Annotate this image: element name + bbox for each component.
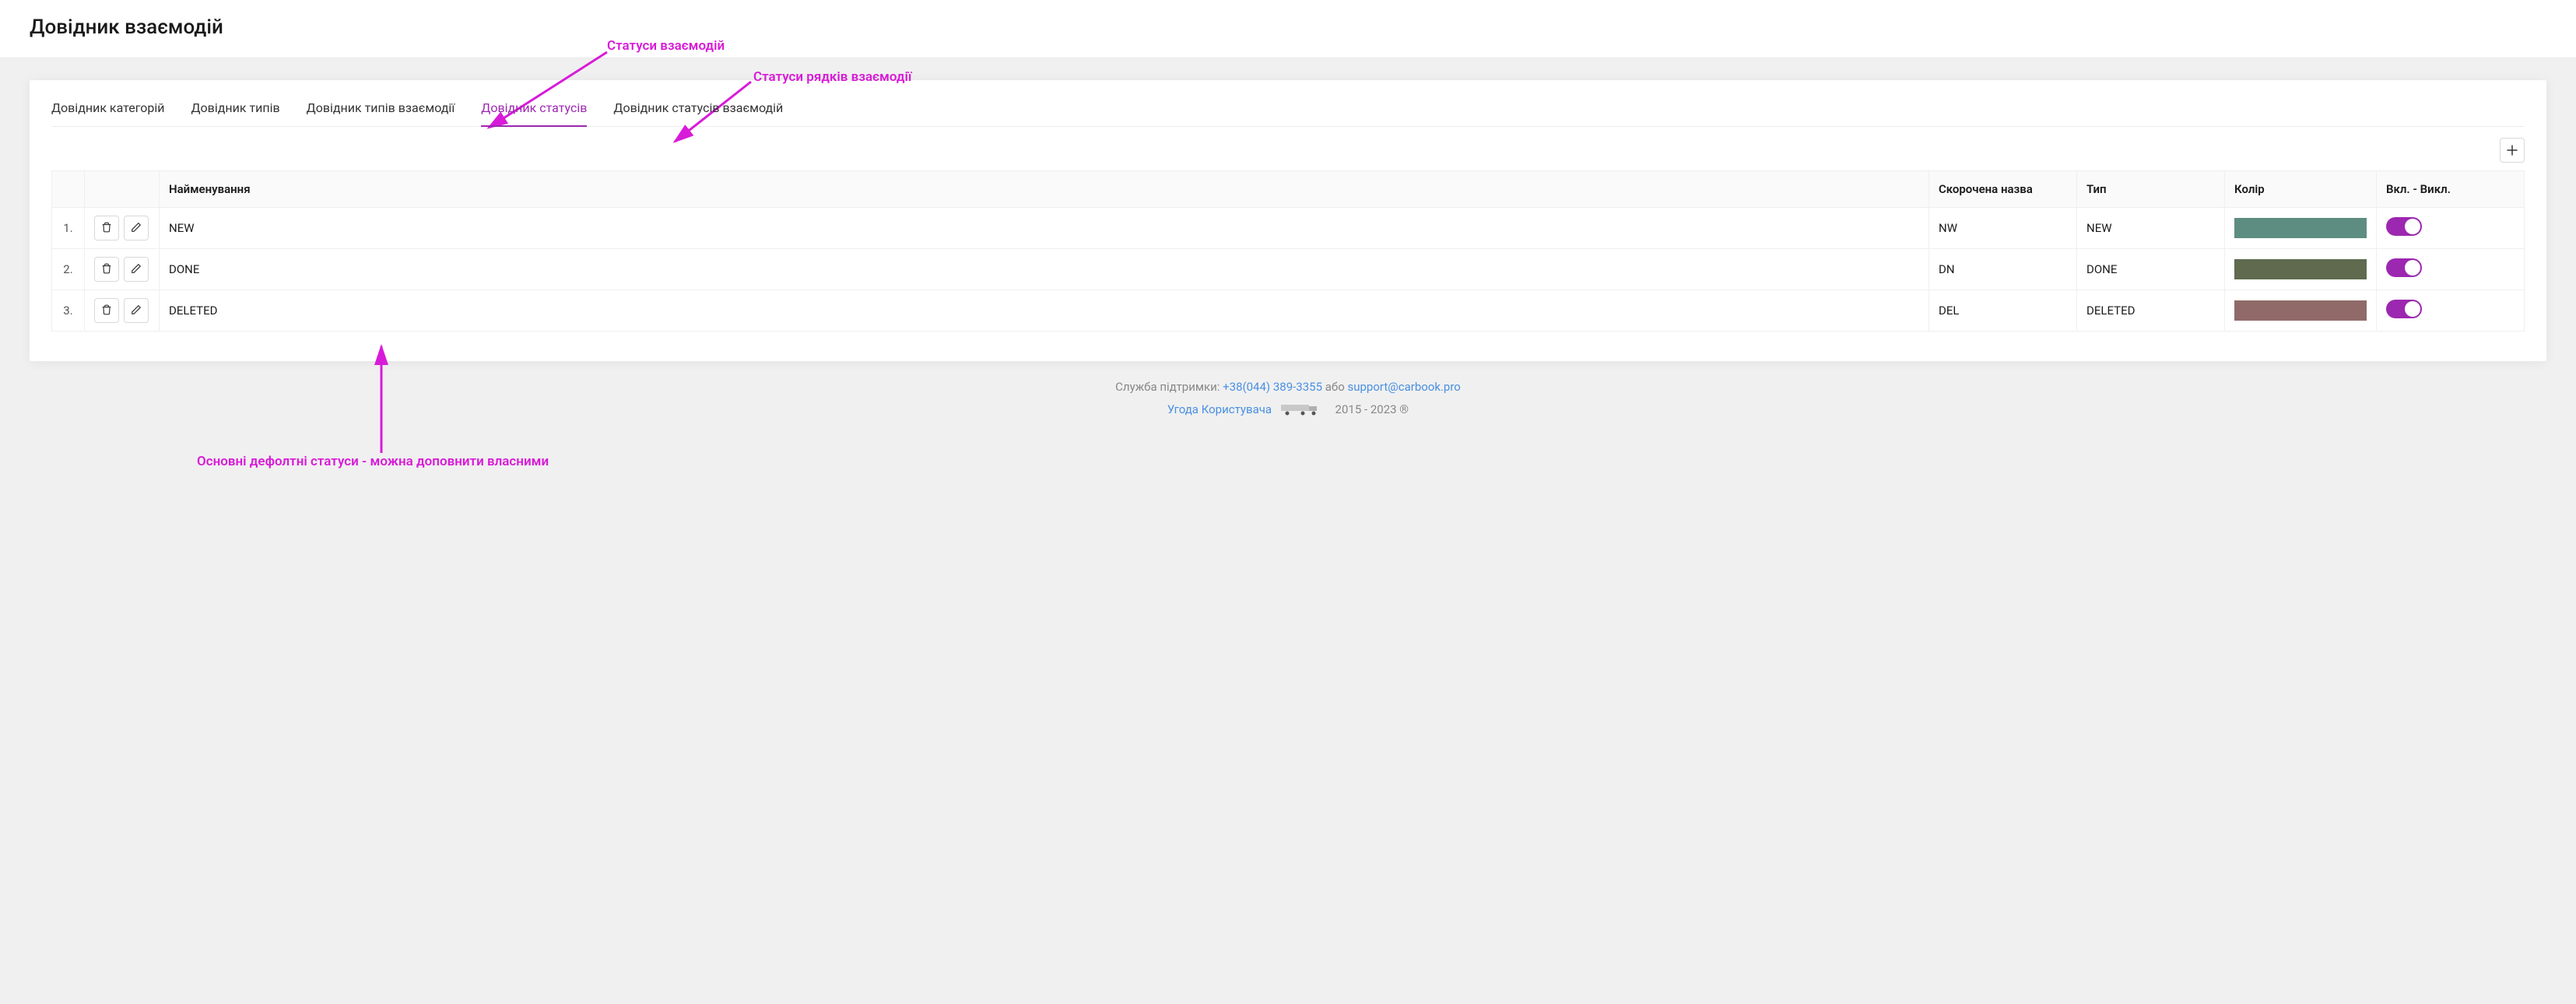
row-actions — [85, 208, 160, 249]
pencil-icon — [131, 222, 142, 235]
table-toolbar — [51, 138, 2525, 163]
table-row: 2. DONEDNDONE — [52, 249, 2525, 290]
col-name: Найменування — [160, 171, 1929, 208]
footer-line-1: Служба підтримки: +38(044) 389-3355 або … — [30, 380, 2546, 394]
pencil-icon — [131, 304, 142, 318]
cell-short: DN — [1929, 249, 2077, 290]
user-agreement-link[interactable]: Угода Користувача — [1167, 402, 1272, 416]
enabled-toggle[interactable] — [2386, 217, 2422, 236]
enabled-toggle[interactable] — [2386, 300, 2422, 318]
color-swatch[interactable] — [2234, 259, 2367, 279]
delete-button[interactable] — [94, 216, 119, 240]
row-index: 1. — [52, 208, 85, 249]
footer-years: 2015 - 2023 ® — [1335, 402, 1409, 416]
trash-icon — [101, 222, 112, 235]
statuses-table: Найменування Скорочена назва Тип Колір В… — [51, 170, 2525, 332]
col-short: Скорочена назва — [1929, 171, 2077, 208]
cell-enabled — [2377, 290, 2525, 332]
content-card: Довідник категорій Довідник типів Довідник… — [30, 80, 2546, 361]
row-index: 2. — [52, 249, 85, 290]
col-enabled: Вкл. - Викл. — [2377, 171, 2525, 208]
tabs: Довідник категорій Довідник типів Довідник… — [51, 100, 2525, 127]
table-header-row: Найменування Скорочена назва Тип Колір В… — [52, 171, 2525, 208]
color-swatch[interactable] — [2234, 218, 2367, 238]
add-button[interactable] — [2500, 138, 2525, 163]
support-phone-link[interactable]: +38(044) 389-3355 — [1223, 380, 1322, 394]
row-index: 3. — [52, 290, 85, 332]
cell-color — [2225, 290, 2377, 332]
edit-button[interactable] — [124, 257, 149, 282]
trash-icon — [101, 304, 112, 318]
cell-enabled — [2377, 249, 2525, 290]
col-color: Колір — [2225, 171, 2377, 208]
support-label: Служба підтримки: — [1115, 380, 1223, 394]
table-body: 1. NEWNWNEW 2. DONEDNDONE 3. DELETEDDELDELETE… — [52, 208, 2525, 332]
edit-button[interactable] — [124, 216, 149, 240]
row-actions — [85, 249, 160, 290]
color-swatch[interactable] — [2234, 300, 2367, 321]
col-index — [52, 171, 85, 208]
tab-4[interactable]: Довідник статусів взаємодій — [613, 100, 783, 126]
cell-short: DEL — [1929, 290, 2077, 332]
cell-color — [2225, 208, 2377, 249]
support-email-link[interactable]: support@carbook.pro — [1348, 380, 1461, 394]
plus-icon — [2507, 145, 2518, 156]
cell-enabled — [2377, 208, 2525, 249]
cell-type: NEW — [2077, 208, 2225, 249]
footer-line-2: Угода Користувача 2015 - 2023 ® — [30, 402, 2546, 419]
main-content: Статуси взаємодій Статуси рядків взаємод… — [0, 58, 2576, 465]
cell-type: DONE — [2077, 249, 2225, 290]
cell-name: DELETED — [160, 290, 1929, 332]
col-type: Тип — [2077, 171, 2225, 208]
delete-button[interactable] — [94, 257, 119, 282]
truck-icon — [1279, 402, 1328, 419]
enabled-toggle[interactable] — [2386, 258, 2422, 277]
page-title: Довідник взаємодій — [30, 16, 2546, 39]
tab-3[interactable]: Довідник статусів — [481, 100, 587, 126]
trash-icon — [101, 263, 112, 276]
tab-1[interactable]: Довідник типів — [191, 100, 280, 126]
cell-name: DONE — [160, 249, 1929, 290]
tab-2[interactable]: Довідник типів взаємодії — [307, 100, 455, 126]
cell-short: NW — [1929, 208, 2077, 249]
support-or: або — [1325, 380, 1348, 394]
row-actions — [85, 290, 160, 332]
header-bar: Довідник взаємодій — [0, 0, 2576, 58]
pencil-icon — [131, 263, 142, 276]
delete-button[interactable] — [94, 298, 119, 323]
col-actions — [85, 171, 160, 208]
edit-button[interactable] — [124, 298, 149, 323]
cell-name: NEW — [160, 208, 1929, 249]
footer: Служба підтримки: +38(044) 389-3355 або … — [30, 361, 2546, 450]
table-row: 3. DELETEDDELDELETED — [52, 290, 2525, 332]
cell-type: DELETED — [2077, 290, 2225, 332]
table-row: 1. NEWNWNEW — [52, 208, 2525, 249]
annotation-label: Основні дефолтні статуси - можна доповни… — [197, 454, 549, 469]
tab-0[interactable]: Довідник категорій — [51, 100, 165, 126]
cell-color — [2225, 249, 2377, 290]
